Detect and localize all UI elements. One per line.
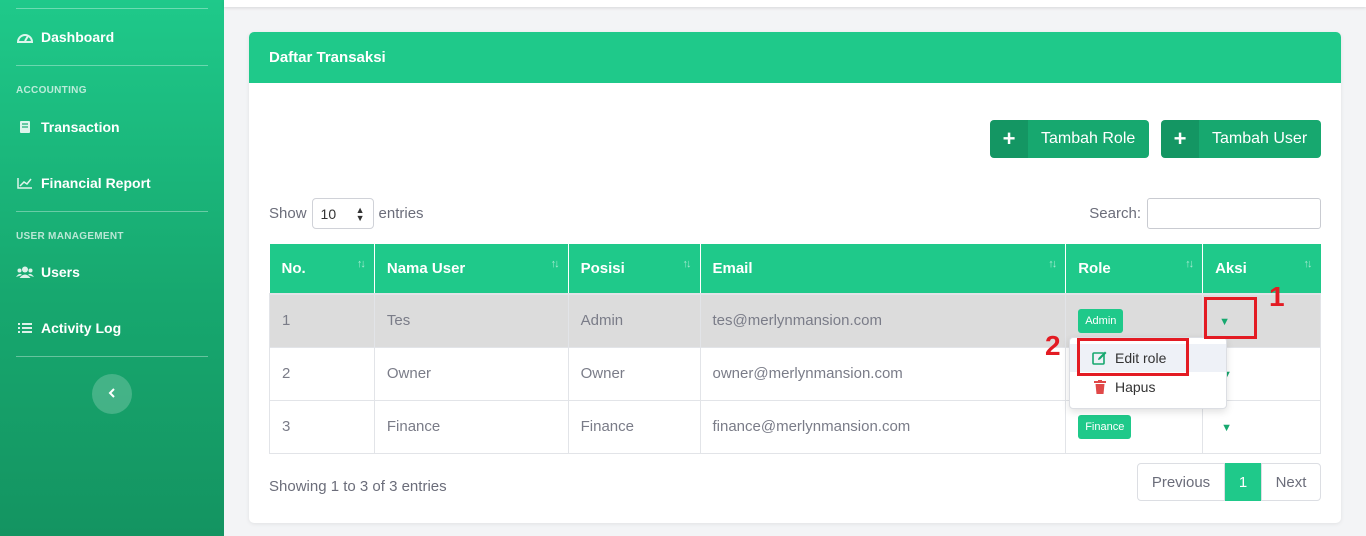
delete-label: Hapus — [1115, 379, 1156, 395]
sidebar-item-label: Financial Report — [41, 175, 151, 191]
entries-select[interactable]: 10 ▲ ▼ — [311, 198, 374, 229]
role-badge: Finance — [1078, 414, 1132, 439]
sort-arrows-icon: ▲ ▼ — [355, 204, 365, 223]
col-header-role[interactable]: Role ↑↓ — [1065, 244, 1204, 295]
previous-button[interactable]: Previous — [1137, 463, 1225, 501]
delete-menu-item[interactable]: Hapus — [1070, 373, 1226, 401]
show-entries: Show 10 ▲ ▼ entries — [269, 198, 424, 229]
sidebar-item-activity-log[interactable]: Activity Log — [16, 314, 121, 342]
search-input[interactable] — [1147, 198, 1321, 229]
col-header-name[interactable]: Nama User ↑↓ — [374, 244, 569, 295]
sidebar-divider — [16, 356, 208, 357]
sort-icon: ↑↓ — [1048, 258, 1057, 270]
plus-icon: + — [1161, 120, 1199, 158]
add-user-label: Tambah User — [1212, 130, 1308, 147]
role-badge: Admin — [1078, 308, 1124, 333]
chevron-left-icon — [107, 385, 117, 403]
cell-no: 2 — [269, 346, 375, 401]
cell-email: tes@merlynmansion.com — [699, 293, 1067, 348]
sidebar-item-dashboard[interactable]: Dashboard — [16, 23, 114, 51]
col-header-email[interactable]: Email ↑↓ — [700, 244, 1067, 295]
sidebar-item-label: Dashboard — [41, 29, 115, 45]
transaction-card: Daftar Transaksi + Tambah Role + Tambah … — [249, 32, 1341, 523]
cell-name: Tes — [373, 293, 569, 348]
sidebar-heading-accounting: ACCOUNTING — [16, 85, 87, 96]
pagination: Previous 1 Next — [1137, 463, 1321, 501]
showing-info: Showing 1 to 3 of 3 entries — [269, 478, 447, 495]
sort-icon: ↑↓ — [682, 258, 692, 270]
page-1-button[interactable]: 1 — [1225, 463, 1261, 501]
cell-posisi: Finance — [567, 399, 701, 454]
sidebar-heading-user-management: USER MANAGEMENT — [16, 231, 124, 242]
sort-icon: ↑↓ — [550, 258, 560, 270]
next-button[interactable]: Next — [1261, 463, 1321, 501]
col-header-aksi[interactable]: Aksi ↑↓ — [1202, 244, 1321, 295]
topbar — [224, 0, 1366, 7]
dashboard-icon — [16, 30, 34, 44]
search-label: Search: — [1089, 205, 1141, 222]
cell-name: Finance — [373, 399, 569, 454]
entries-label: entries — [378, 205, 424, 222]
users-icon — [16, 265, 34, 279]
annotation-number-2: 2 — [1045, 330, 1061, 361]
chart-line-icon — [16, 176, 34, 190]
sort-icon: ↑↓ — [1303, 258, 1313, 270]
trash-icon — [1092, 379, 1108, 395]
sidebar-item-transaction[interactable]: Transaction — [16, 113, 120, 141]
annotation-box-2 — [1077, 338, 1189, 376]
sidebar-item-users[interactable]: Users — [16, 258, 80, 286]
cell-no: 1 — [269, 293, 375, 348]
cell-email: owner@merlynmansion.com — [699, 346, 1067, 401]
sidebar-item-label: Activity Log — [41, 320, 122, 336]
sidebar-item-label: Users — [41, 264, 80, 280]
show-label: Show — [269, 205, 307, 222]
card-title: Daftar Transaksi — [249, 32, 1341, 83]
sidebar-divider — [16, 8, 208, 9]
list-icon — [16, 321, 34, 335]
col-header-no[interactable]: No. ↑↓ — [269, 244, 375, 295]
sort-icon: ↑↓ — [1185, 258, 1194, 270]
sidebar-collapse-button[interactable] — [92, 374, 132, 414]
plus-icon: + — [990, 120, 1028, 158]
cell-posisi: Owner — [567, 346, 701, 401]
sort-icon: ↑↓ — [356, 258, 366, 270]
search-area: Search: — [1089, 198, 1321, 229]
cell-name: Owner — [373, 346, 569, 401]
annotation-box-1 — [1204, 297, 1257, 339]
col-header-posisi[interactable]: Posisi ↑↓ — [568, 244, 701, 295]
cell-no: 3 — [269, 399, 375, 454]
action-dropdown-toggle[interactable]: ▼ — [1221, 422, 1232, 434]
annotation-number-1: 1 — [1269, 281, 1285, 312]
sidebar-item-label: Transaction — [41, 119, 120, 135]
add-user-button[interactable]: + Tambah User — [1161, 120, 1321, 158]
sidebar-divider — [16, 211, 208, 212]
sidebar-item-financial-report[interactable]: Financial Report — [16, 169, 151, 197]
book-icon — [16, 120, 34, 134]
add-role-button[interactable]: + Tambah Role — [990, 120, 1149, 158]
cell-email: finance@merlynmansion.com — [699, 399, 1067, 454]
sidebar-divider — [16, 65, 208, 66]
add-role-label: Tambah Role — [1041, 130, 1136, 147]
cell-posisi: Admin — [567, 293, 701, 348]
entries-value: 10 — [320, 205, 337, 222]
sidebar: Dashboard ACCOUNTING Transaction Financi… — [0, 0, 224, 536]
